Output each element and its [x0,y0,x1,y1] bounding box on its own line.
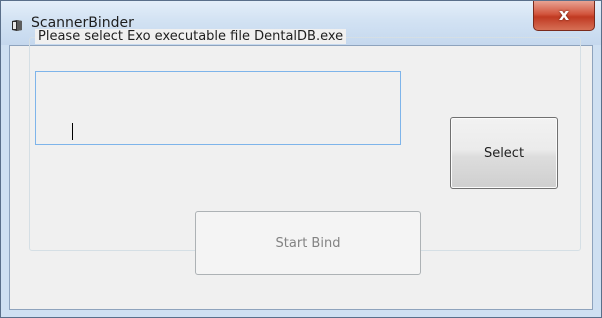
app-icon [11,17,23,31]
close-icon: x [558,5,570,24]
file-path-input[interactable] [35,71,401,145]
close-button[interactable]: x [533,1,595,31]
app-window: ScannerBinder x Please select Exo execut… [0,0,602,318]
group-label: Please select Exo executable file Dental… [35,29,347,44]
text-caret [72,123,73,140]
start-bind-button[interactable]: Start Bind [195,211,421,275]
select-button[interactable]: Select [450,117,558,189]
